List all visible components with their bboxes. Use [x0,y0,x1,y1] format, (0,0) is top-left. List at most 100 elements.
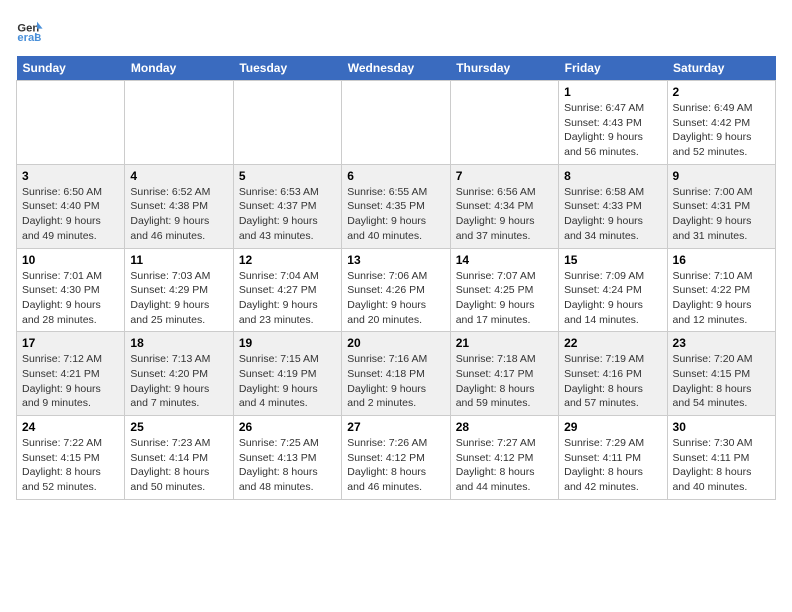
day-info: Sunrise: 7:09 AM Sunset: 4:24 PM Dayligh… [564,269,661,328]
col-header-saturday: Saturday [667,56,775,81]
calendar-cell: 19 Sunrise: 7:15 AM Sunset: 4:19 PM Dayli… [233,332,341,416]
calendar-cell: 17 Sunrise: 7:12 AM Sunset: 4:21 PM Dayli… [17,332,125,416]
day-number: 15 [564,253,661,267]
calendar-cell [125,81,233,165]
day-number: 6 [347,169,444,183]
day-info: Sunrise: 6:56 AM Sunset: 4:34 PM Dayligh… [456,185,553,244]
calendar-cell [342,81,450,165]
calendar-cell: 13Sunrise: 7:06 AM Sunset: 4:26 PM Dayli… [342,248,450,332]
page-header: Gen eral B [16,16,776,44]
calendar-cell: 1 Sunrise: 6:47 AM Sunset: 4:43 PM Daylig… [559,81,667,165]
day-info: Sunrise: 7:07 AM Sunset: 4:25 PM Dayligh… [456,269,553,328]
day-number: 26 [239,420,336,434]
calendar-cell: 26 Sunrise: 7:25 AM Sunset: 4:13 PM Dayli… [233,416,341,500]
col-header-monday: Monday [125,56,233,81]
day-info: Sunrise: 6:58 AM Sunset: 4:33 PM Dayligh… [564,185,661,244]
calendar-cell: 29 Sunrise: 7:29 AM Sunset: 4:11 PM Dayli… [559,416,667,500]
calendar-week-row: 1 Sunrise: 6:47 AM Sunset: 4:43 PM Daylig… [17,81,776,165]
day-info: Sunrise: 6:53 AM Sunset: 4:37 PM Dayligh… [239,185,336,244]
calendar-cell [233,81,341,165]
day-number: 5 [239,169,336,183]
day-number: 8 [564,169,661,183]
day-number: 2 [673,85,770,99]
day-info: Sunrise: 7:30 AM Sunset: 4:11 PM Dayligh… [673,436,770,495]
logo: Gen eral B [16,16,48,44]
day-info: Sunrise: 7:13 AM Sunset: 4:20 PM Dayligh… [130,352,227,411]
calendar-cell [450,81,558,165]
day-info: Sunrise: 6:50 AM Sunset: 4:40 PM Dayligh… [22,185,119,244]
calendar-cell: 5 Sunrise: 6:53 AM Sunset: 4:37 PM Daylig… [233,164,341,248]
calendar-cell: 14 Sunrise: 7:07 AM Sunset: 4:25 PM Dayli… [450,248,558,332]
calendar-cell: 8 Sunrise: 6:58 AM Sunset: 4:33 PM Daylig… [559,164,667,248]
day-info: Sunrise: 6:47 AM Sunset: 4:43 PM Dayligh… [564,101,661,160]
svg-text:B: B [34,33,41,44]
day-number: 20 [347,336,444,350]
day-number: 24 [22,420,119,434]
day-info: Sunrise: 7:25 AM Sunset: 4:13 PM Dayligh… [239,436,336,495]
logo-icon: Gen eral B [16,16,44,44]
calendar-cell: 28 Sunrise: 7:27 AM Sunset: 4:12 PM Dayli… [450,416,558,500]
day-number: 23 [673,336,770,350]
day-number: 19 [239,336,336,350]
calendar-cell: 15 Sunrise: 7:09 AM Sunset: 4:24 PM Dayli… [559,248,667,332]
col-header-tuesday: Tuesday [233,56,341,81]
day-info: Sunrise: 7:06 AM Sunset: 4:26 PM Dayligh… [347,269,444,328]
day-info: Sunrise: 7:18 AM Sunset: 4:17 PM Dayligh… [456,352,553,411]
day-number: 29 [564,420,661,434]
day-info: Sunrise: 7:19 AM Sunset: 4:16 PM Dayligh… [564,352,661,411]
day-number: 21 [456,336,553,350]
day-number: 28 [456,420,553,434]
day-info: Sunrise: 7:22 AM Sunset: 4:15 PM Dayligh… [22,436,119,495]
calendar-cell: 25 Sunrise: 7:23 AM Sunset: 4:14 PM Dayli… [125,416,233,500]
day-info: Sunrise: 7:03 AM Sunset: 4:29 PM Dayligh… [130,269,227,328]
calendar-week-row: 10 Sunrise: 7:01 AM Sunset: 4:30 PM Dayli… [17,248,776,332]
day-info: Sunrise: 7:04 AM Sunset: 4:27 PM Dayligh… [239,269,336,328]
calendar-cell: 7 Sunrise: 6:56 AM Sunset: 4:34 PM Daylig… [450,164,558,248]
calendar-cell: 4 Sunrise: 6:52 AM Sunset: 4:38 PM Daylig… [125,164,233,248]
calendar-cell: 30Sunrise: 7:30 AM Sunset: 4:11 PM Dayli… [667,416,775,500]
col-header-wednesday: Wednesday [342,56,450,81]
calendar-week-row: 3 Sunrise: 6:50 AM Sunset: 4:40 PM Daylig… [17,164,776,248]
calendar-cell: 6 Sunrise: 6:55 AM Sunset: 4:35 PM Daylig… [342,164,450,248]
day-number: 25 [130,420,227,434]
calendar-cell: 21 Sunrise: 7:18 AM Sunset: 4:17 PM Dayli… [450,332,558,416]
day-number: 18 [130,336,227,350]
calendar-cell: 12Sunrise: 7:04 AM Sunset: 4:27 PM Dayli… [233,248,341,332]
day-info: Sunrise: 7:12 AM Sunset: 4:21 PM Dayligh… [22,352,119,411]
day-info: Sunrise: 7:23 AM Sunset: 4:14 PM Dayligh… [130,436,227,495]
day-info: Sunrise: 7:16 AM Sunset: 4:18 PM Dayligh… [347,352,444,411]
day-number: 22 [564,336,661,350]
day-info: Sunrise: 7:01 AM Sunset: 4:30 PM Dayligh… [22,269,119,328]
day-number: 27 [347,420,444,434]
day-info: Sunrise: 7:00 AM Sunset: 4:31 PM Dayligh… [673,185,770,244]
calendar-cell: 9 Sunrise: 7:00 AM Sunset: 4:31 PM Daylig… [667,164,775,248]
col-header-friday: Friday [559,56,667,81]
calendar-cell: 20 Sunrise: 7:16 AM Sunset: 4:18 PM Dayli… [342,332,450,416]
day-number: 4 [130,169,227,183]
calendar-cell: 3 Sunrise: 6:50 AM Sunset: 4:40 PM Daylig… [17,164,125,248]
day-number: 7 [456,169,553,183]
day-number: 9 [673,169,770,183]
calendar-header-row: SundayMondayTuesdayWednesdayThursdayFrid… [17,56,776,81]
col-header-thursday: Thursday [450,56,558,81]
day-number: 1 [564,85,661,99]
calendar-cell: 27Sunrise: 7:26 AM Sunset: 4:12 PM Dayli… [342,416,450,500]
day-info: Sunrise: 7:27 AM Sunset: 4:12 PM Dayligh… [456,436,553,495]
day-info: Sunrise: 6:55 AM Sunset: 4:35 PM Dayligh… [347,185,444,244]
day-info: Sunrise: 6:49 AM Sunset: 4:42 PM Dayligh… [673,101,770,160]
calendar-cell [17,81,125,165]
calendar-cell: 18 Sunrise: 7:13 AM Sunset: 4:20 PM Dayli… [125,332,233,416]
calendar-cell: 10 Sunrise: 7:01 AM Sunset: 4:30 PM Dayli… [17,248,125,332]
day-info: Sunrise: 7:15 AM Sunset: 4:19 PM Dayligh… [239,352,336,411]
day-info: Sunrise: 6:52 AM Sunset: 4:38 PM Dayligh… [130,185,227,244]
col-header-sunday: Sunday [17,56,125,81]
day-number: 17 [22,336,119,350]
day-number: 11 [130,253,227,267]
day-number: 16 [673,253,770,267]
calendar-table: SundayMondayTuesdayWednesdayThursdayFrid… [16,56,776,500]
day-info: Sunrise: 7:29 AM Sunset: 4:11 PM Dayligh… [564,436,661,495]
day-number: 10 [22,253,119,267]
day-number: 14 [456,253,553,267]
day-number: 3 [22,169,119,183]
calendar-cell: 24 Sunrise: 7:22 AM Sunset: 4:15 PM Dayli… [17,416,125,500]
